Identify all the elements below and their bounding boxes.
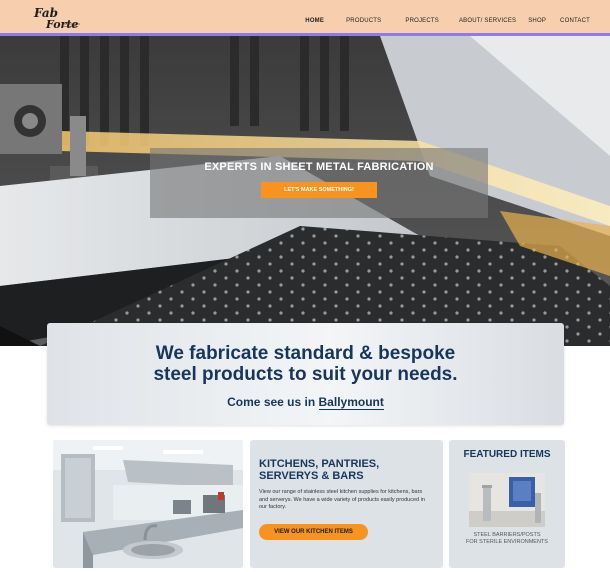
intro-title-line-2: steel products to suit your needs.	[153, 364, 458, 385]
view-kitchen-items-button[interactable]: VIEW OUR KITCHEN ITEMS	[259, 524, 368, 540]
intro-card: We fabricate standard & bespoke steel pr…	[47, 323, 564, 425]
kitchens-title-line-1: KITCHENS, PANTRIES,	[259, 458, 380, 470]
nav-contact[interactable]: CONTACT	[560, 18, 590, 24]
nav-home[interactable]: HOME	[305, 18, 324, 24]
featured-caption-line-2: FOR STERILE ENVIRONMENTS	[466, 539, 548, 545]
steel-barrier-photo[interactable]	[469, 473, 545, 527]
featured-caption-line-1: STEEL BARRIERS/POSTS	[473, 532, 541, 538]
nav-shop[interactable]: SHOP	[528, 18, 546, 24]
nav-projects[interactable]: PROJECTS	[405, 18, 439, 24]
kitchens-card: KITCHENS, PANTRIES, SERVERYS & BARS View…	[250, 440, 443, 568]
intro-title-line-1: We fabricate standard & bespoke	[155, 343, 456, 364]
main-nav: HOME PRODUCTS PROJECTS ABOUT/ SERVICES S…	[305, 0, 590, 36]
featured-item-caption[interactable]: STEEL BARRIERS/POSTS FOR STERILE ENVIRON…	[449, 532, 565, 546]
kitchen-photo	[53, 440, 243, 568]
fab-forte-logo[interactable]: Fab Forte	[32, 4, 82, 32]
hero-section: EXPERTS IN SHEET METAL FABRICATION LET'S…	[0, 36, 610, 346]
featured-items-card: FEATURED ITEMS STEEL BARRIERS/POSTS FOR …	[449, 440, 565, 568]
featured-items-title: FEATURED ITEMS	[463, 449, 551, 460]
kitchens-card-description: View our range of stainless steel kitche…	[259, 489, 425, 510]
lets-make-something-button[interactable]: LET'S MAKE SOMETHING!	[261, 182, 377, 198]
intro-title: We fabricate standard & bespoke steel pr…	[47, 343, 564, 385]
hero-title: EXPERTS IN SHEET METAL FABRICATION	[204, 161, 434, 173]
intro-location: Come see us in Ballymount	[47, 395, 564, 410]
kitchens-card-title: KITCHENS, PANTRIES, SERVERYS & BARS	[259, 458, 429, 482]
site-header: Fab Forte HOME PRODUCTS PROJECTS ABOUT/ …	[0, 0, 610, 36]
hero-overlay-box: EXPERTS IN SHEET METAL FABRICATION LET'S…	[150, 148, 488, 218]
intro-location-link[interactable]: Ballymount	[318, 395, 384, 410]
svg-text:Forte: Forte	[45, 18, 78, 31]
intro-location-prefix: Come see us in	[227, 395, 319, 409]
nav-about-services[interactable]: ABOUT/ SERVICES	[459, 18, 516, 24]
nav-products[interactable]: PRODUCTS	[346, 18, 381, 24]
kitchens-title-line-2: SERVERYS & BARS	[259, 470, 364, 482]
